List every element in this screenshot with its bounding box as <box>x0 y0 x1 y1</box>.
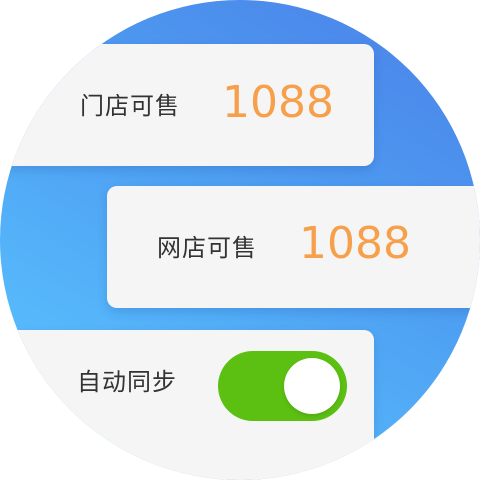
circular-background: 门店可售 1088 网店可售 1088 自动同步 <box>0 0 480 480</box>
store-stock-value: 1088 <box>222 77 334 128</box>
online-stock-card: 网店可售 1088 <box>107 186 480 308</box>
store-stock-label: 门店可售 <box>80 92 180 120</box>
auto-sync-toggle[interactable] <box>218 351 347 421</box>
auto-sync-label: 自动同步 <box>77 368 177 396</box>
online-stock-label: 网店可售 <box>157 234 257 262</box>
toggle-knob <box>284 358 340 414</box>
online-stock-value: 1088 <box>299 218 411 269</box>
store-stock-card: 门店可售 1088 <box>0 44 374 166</box>
auto-sync-card: 自动同步 <box>0 330 374 480</box>
